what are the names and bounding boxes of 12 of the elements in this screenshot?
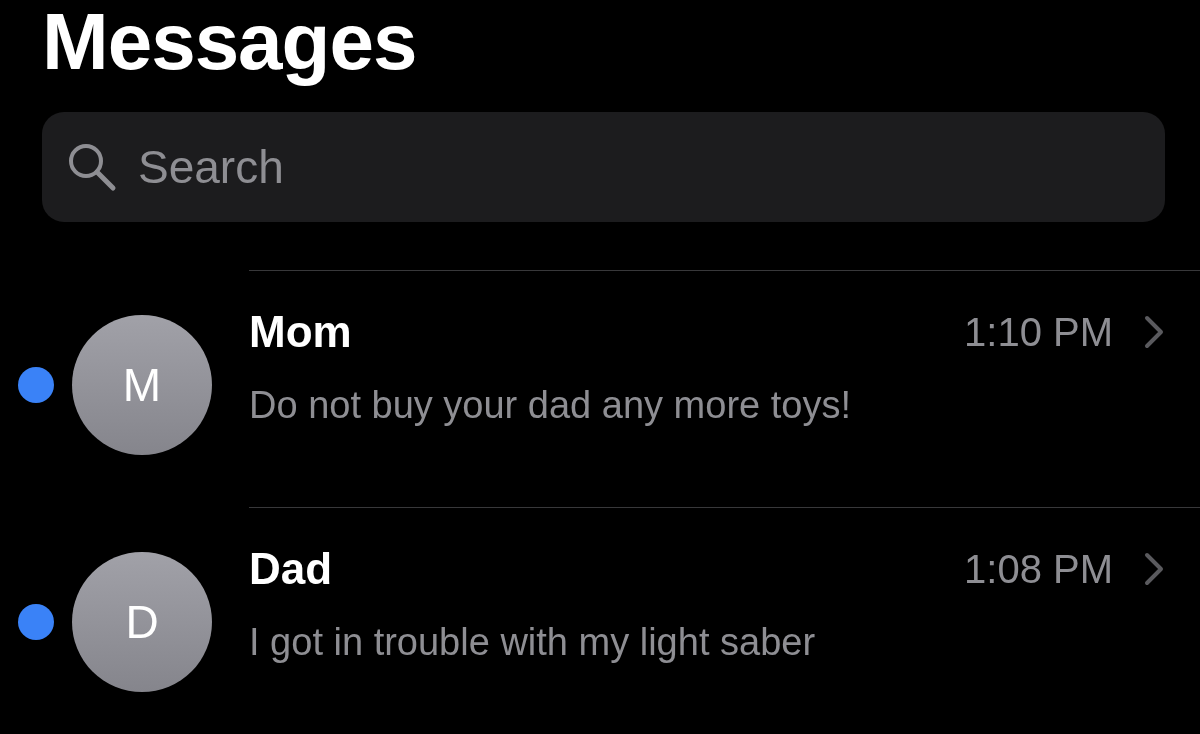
page-title: Messages bbox=[42, 0, 417, 88]
contact-name: Dad bbox=[249, 543, 334, 595]
chevron-icon[interactable] bbox=[1143, 314, 1165, 350]
contact-name: Mom bbox=[249, 306, 353, 358]
avatar: D bbox=[72, 552, 212, 692]
message-time: 1:08 PM bbox=[964, 546, 1113, 593]
search-field[interactable]: Search bbox=[42, 112, 1165, 222]
message-time: 1:10 PM bbox=[964, 309, 1113, 356]
chevron-icon[interactable] bbox=[1143, 551, 1165, 587]
message-preview: I got in trouble with my light saber bbox=[249, 620, 816, 665]
message-preview: Do not buy your dad any more toys! bbox=[249, 383, 851, 428]
avatar: M bbox=[72, 315, 212, 455]
